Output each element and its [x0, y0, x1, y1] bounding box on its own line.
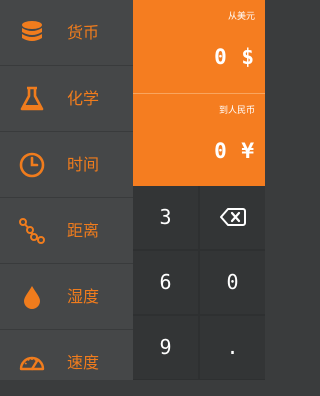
keypad: 3 6 0 9 .	[133, 186, 265, 380]
sidebar-item-label: 化学	[67, 89, 100, 108]
category-sidebar: 货币 化学 时间 距离 湿度 速度	[0, 0, 133, 396]
key-3[interactable]: 3	[133, 186, 198, 249]
sidebar-item-time[interactable]: 时间	[0, 132, 133, 198]
clock-icon	[18, 151, 46, 179]
to-currency-panel[interactable]: 到人民币 0 ¥	[133, 94, 265, 187]
sidebar-item-currency[interactable]: 货币	[0, 0, 133, 66]
to-currency-value: 0 ¥	[214, 139, 255, 163]
sidebar-item-speed[interactable]: 速度	[0, 330, 133, 396]
key-decimal[interactable]: .	[200, 316, 265, 379]
backspace-icon	[220, 208, 246, 226]
sidebar-item-chemistry[interactable]: 化学	[0, 66, 133, 132]
conversion-display: 从美元 0 $ 到人民币 0 ¥	[133, 0, 265, 186]
speedometer-icon	[18, 349, 46, 377]
key-6[interactable]: 6	[133, 251, 198, 314]
key-9[interactable]: 9	[133, 316, 198, 379]
coins-icon	[18, 19, 46, 47]
sidebar-item-distance[interactable]: 距离	[0, 198, 133, 264]
from-currency-caption: 从美元	[227, 12, 255, 22]
sidebar-item-label: 距离	[67, 221, 100, 240]
sidebar-item-label: 湿度	[67, 287, 100, 306]
from-currency-value: 0 $	[214, 45, 255, 69]
flask-icon	[18, 85, 46, 113]
key-0[interactable]: 0	[200, 251, 265, 314]
backspace-button[interactable]	[200, 186, 265, 249]
sidebar-item-label: 货币	[67, 23, 100, 42]
from-currency-panel[interactable]: 从美元 0 $	[133, 0, 265, 93]
sidebar-item-label: 速度	[67, 353, 100, 372]
to-currency-caption: 到人民币	[218, 106, 255, 116]
sidebar-item-label: 时间	[67, 155, 100, 174]
drop-icon	[18, 283, 46, 311]
route-icon	[18, 217, 46, 245]
sidebar-item-humidity[interactable]: 湿度	[0, 264, 133, 330]
